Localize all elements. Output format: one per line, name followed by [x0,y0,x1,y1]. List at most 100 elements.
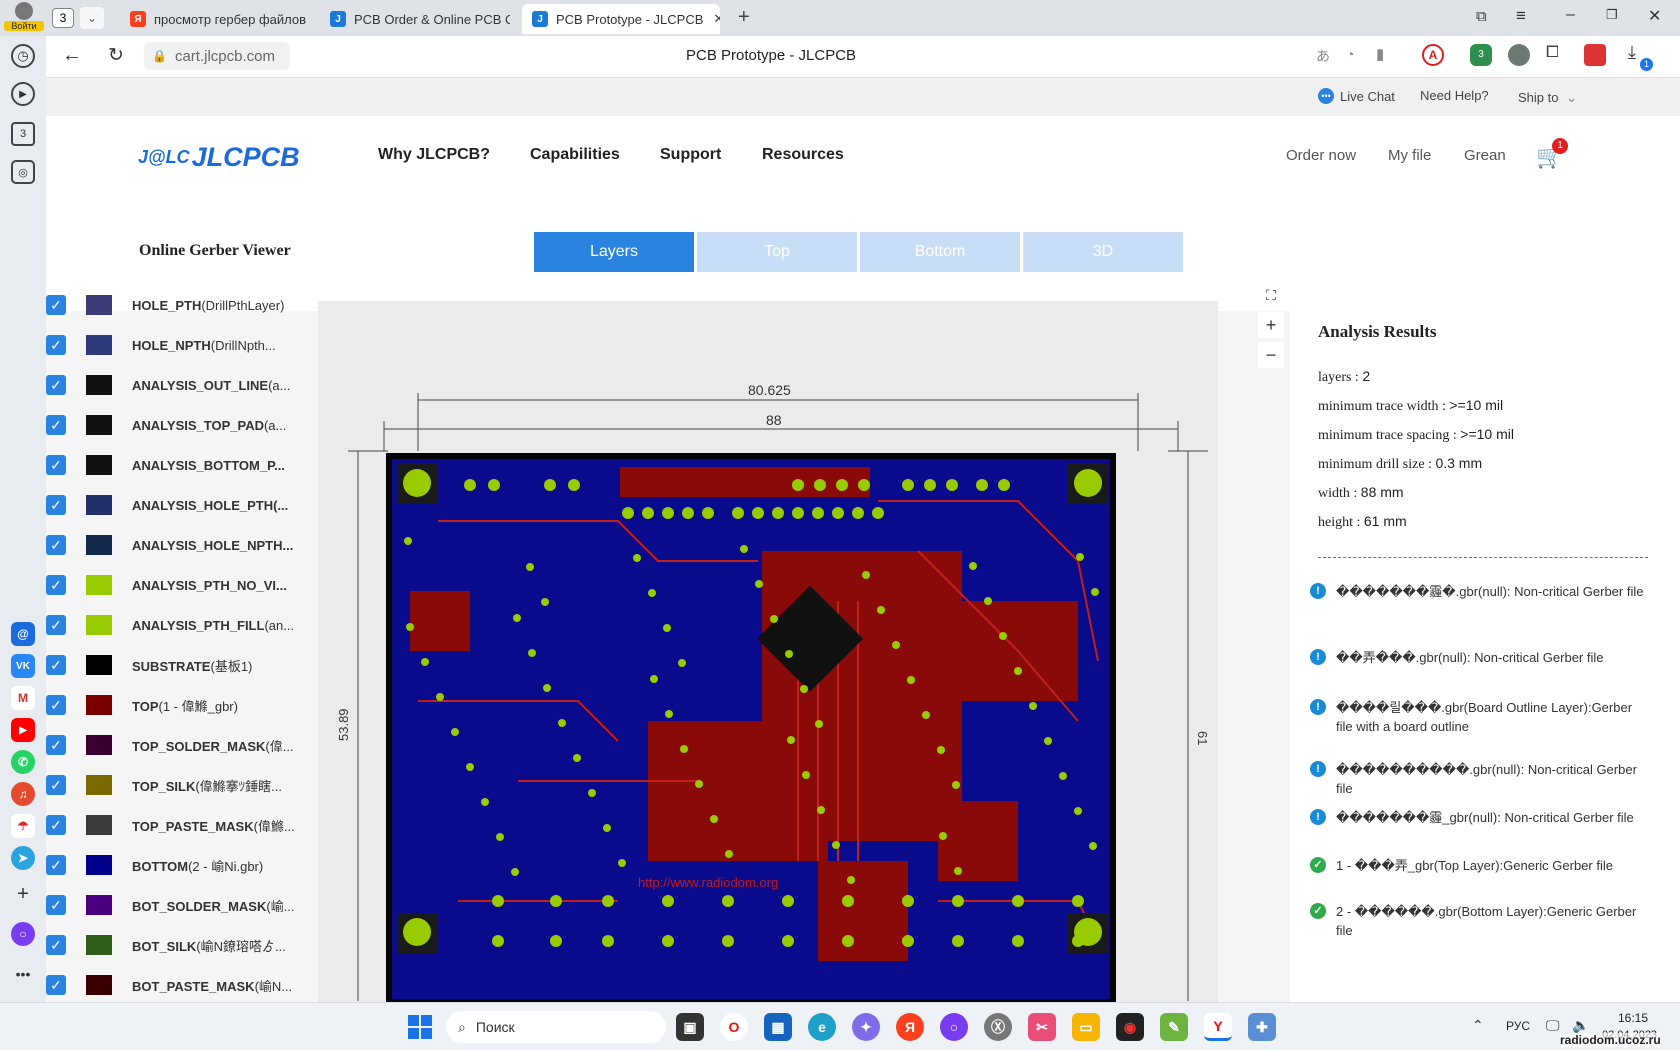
need-help-link[interactable]: Need Help? [1420,88,1489,103]
live-chat-link[interactable]: ••• Live Chat [1318,88,1395,104]
layer-row[interactable]: ✓ TOP_PASTE_MASK(偉鰷... [46,810,298,840]
layer-checkbox[interactable]: ✓ [46,855,66,875]
back-icon[interactable]: ← [62,44,82,67]
reader-icon[interactable]: ◔ [1346,46,1354,62]
ship-to-dropdown[interactable]: Ship to ⌄ [1518,90,1577,106]
jlcpcb-logo[interactable]: J@LC JLCPCB [138,142,300,173]
shield-ext-icon[interactable]: 3 [1470,44,1492,66]
fit-view-icon[interactable]: ⛶ [1258,282,1284,308]
yandex-taskbar-icon[interactable]: Я [896,1013,924,1041]
nav-resources[interactable]: Resources [762,146,844,164]
youtube-icon[interactable]: ▶ [11,718,35,742]
xbox-icon[interactable]: Ⓧ [984,1013,1012,1041]
gerber-viewer-canvas[interactable]: 80.625 88 53.89 61 http://www.radiodom.o… [318,301,1218,1002]
app-red-icon[interactable]: ◉ [1116,1013,1144,1041]
nav-capabilities[interactable]: Capabilities [530,146,620,164]
layer-color-swatch[interactable] [86,815,112,835]
layer-row[interactable]: ✓ ANALYSIS_HOLE_PTH(... [46,490,298,520]
start-icon[interactable] [408,1015,432,1039]
play-icon[interactable]: ▶ [11,82,35,106]
nav-why[interactable]: Why JLCPCB? [378,146,490,164]
layer-row[interactable]: ✓ ANALYSIS_HOLE_NPTH... [46,530,298,560]
bookmark-icon[interactable]: ▮ [1376,45,1384,63]
telegram-icon[interactable]: ➤ [11,846,35,870]
tab-bottom[interactable]: Bottom [860,232,1020,272]
layer-row[interactable]: ✓ HOLE_NPTH(DrillNpth... [46,330,298,360]
nav-support[interactable]: Support [660,146,721,164]
layer-color-swatch[interactable] [86,575,112,595]
layer-checkbox[interactable]: ✓ [46,495,66,515]
tab-pcb-order[interactable]: J PCB Order & Online PCB Q [320,4,510,34]
layer-checkbox[interactable]: ✓ [46,415,66,435]
paint-icon[interactable]: ✎ [1160,1013,1188,1041]
layer-row[interactable]: ✓ BOT_PASTE_MASK(崳N... [46,970,298,1000]
layer-row[interactable]: ✓ BOT_SILK(崳N鐐瑢嗒ゟ... [46,930,298,960]
layer-row[interactable]: ✓ BOT_SOLDER_MASK(崳... [46,890,298,920]
layer-color-swatch[interactable] [86,695,112,715]
layer-color-swatch[interactable] [86,495,112,515]
vk-icon[interactable]: VK [11,654,35,678]
task-view-icon[interactable]: ▣ [676,1013,704,1041]
layer-checkbox[interactable]: ✓ [46,455,66,475]
layer-color-swatch[interactable] [86,415,112,435]
tab-3d[interactable]: 3D [1023,232,1183,272]
alice-icon[interactable]: ○ [11,922,35,946]
more-icon[interactable]: ••• [11,962,35,986]
antivirus-ext-icon[interactable]: A [1422,44,1444,66]
gmail-icon[interactable]: M [11,686,35,710]
clock-time[interactable]: 16:15 [1618,1011,1648,1025]
layer-row[interactable]: ✓ ANALYSIS_PTH_FILL(an... [46,610,298,640]
layer-row[interactable]: ✓ BOTTOM(2 - 崳Ni.gbr) [46,850,298,880]
zoom-in-icon[interactable]: + [1258,312,1284,338]
layer-row[interactable]: ✓ TOP_SILK(偉鰷搴ﾂ錘瞎... [46,770,298,800]
edge-icon[interactable]: e [808,1013,836,1041]
snip-icon[interactable]: ✂ [1028,1013,1056,1041]
globe-ext-icon[interactable] [1508,44,1530,66]
network-icon[interactable]: 🖵 [1546,1017,1560,1034]
layer-color-swatch[interactable] [86,615,112,635]
user-name-link[interactable]: Grean [1464,147,1506,164]
layer-row[interactable]: ✓ ANALYSIS_OUT_LINE(a... [46,370,298,400]
layer-checkbox[interactable]: ✓ [46,935,66,955]
tray-chevron-icon[interactable]: ⌃ [1472,1017,1484,1034]
downloads-icon[interactable]: ⤓ [1628,42,1636,63]
volume-icon[interactable]: 🔈 [1572,1017,1589,1034]
layer-checkbox[interactable]: ✓ [46,375,66,395]
close-window-icon[interactable]: ✕ [1648,6,1661,26]
new-tab-icon[interactable]: + [738,6,750,29]
translate-icon[interactable]: あ [1316,46,1330,66]
layer-color-swatch[interactable] [86,855,112,875]
bookmarks-icon[interactable]: ⧉ [1476,8,1487,25]
order-now-link[interactable]: Order now [1286,147,1356,164]
tab-pcb-prototype[interactable]: J PCB Prototype - JLCPCB ✕ [522,4,720,34]
layer-color-swatch[interactable] [86,295,112,315]
copilot-icon[interactable]: ✦ [852,1013,880,1041]
tabs-dropdown-icon[interactable]: ⌄ [80,7,104,29]
layer-color-swatch[interactable] [86,895,112,915]
layer-checkbox[interactable]: ✓ [46,655,66,675]
tools-icon[interactable]: ✚ [1248,1013,1276,1041]
tab-count-badge[interactable]: 3 [52,8,74,28]
umbrella-icon[interactable]: ☂ [11,814,35,838]
layer-checkbox[interactable]: ✓ [46,335,66,355]
layer-checkbox[interactable]: ✓ [46,975,66,995]
alice-taskbar-icon[interactable]: ○ [940,1013,968,1041]
close-tab-icon[interactable]: ✕ [713,11,720,27]
url-field[interactable]: 🔒 cart.jlcpcb.com [144,42,290,70]
history-icon[interactable]: ◷ [11,44,35,68]
layer-checkbox[interactable]: ✓ [46,735,66,755]
layer-color-swatch[interactable] [86,975,112,995]
explorer-icon[interactable]: ▭ [1072,1013,1100,1041]
profile-login[interactable]: Войти [4,2,44,34]
layer-checkbox[interactable]: ✓ [46,895,66,915]
layer-row[interactable]: ✓ TOP_SOLDER_MASK(偉... [46,730,298,760]
layer-color-swatch[interactable] [86,455,112,475]
layer-color-swatch[interactable] [86,655,112,675]
music-icon[interactable]: ♫ [11,782,35,806]
tab-gerber-search[interactable]: Я просмотр гербер файлов [120,4,310,34]
opera-icon[interactable]: O [720,1013,748,1041]
layer-checkbox[interactable]: ✓ [46,815,66,835]
zoom-out-icon[interactable]: − [1258,342,1284,368]
language-indicator[interactable]: РУС [1506,1019,1530,1033]
layer-color-swatch[interactable] [86,935,112,955]
